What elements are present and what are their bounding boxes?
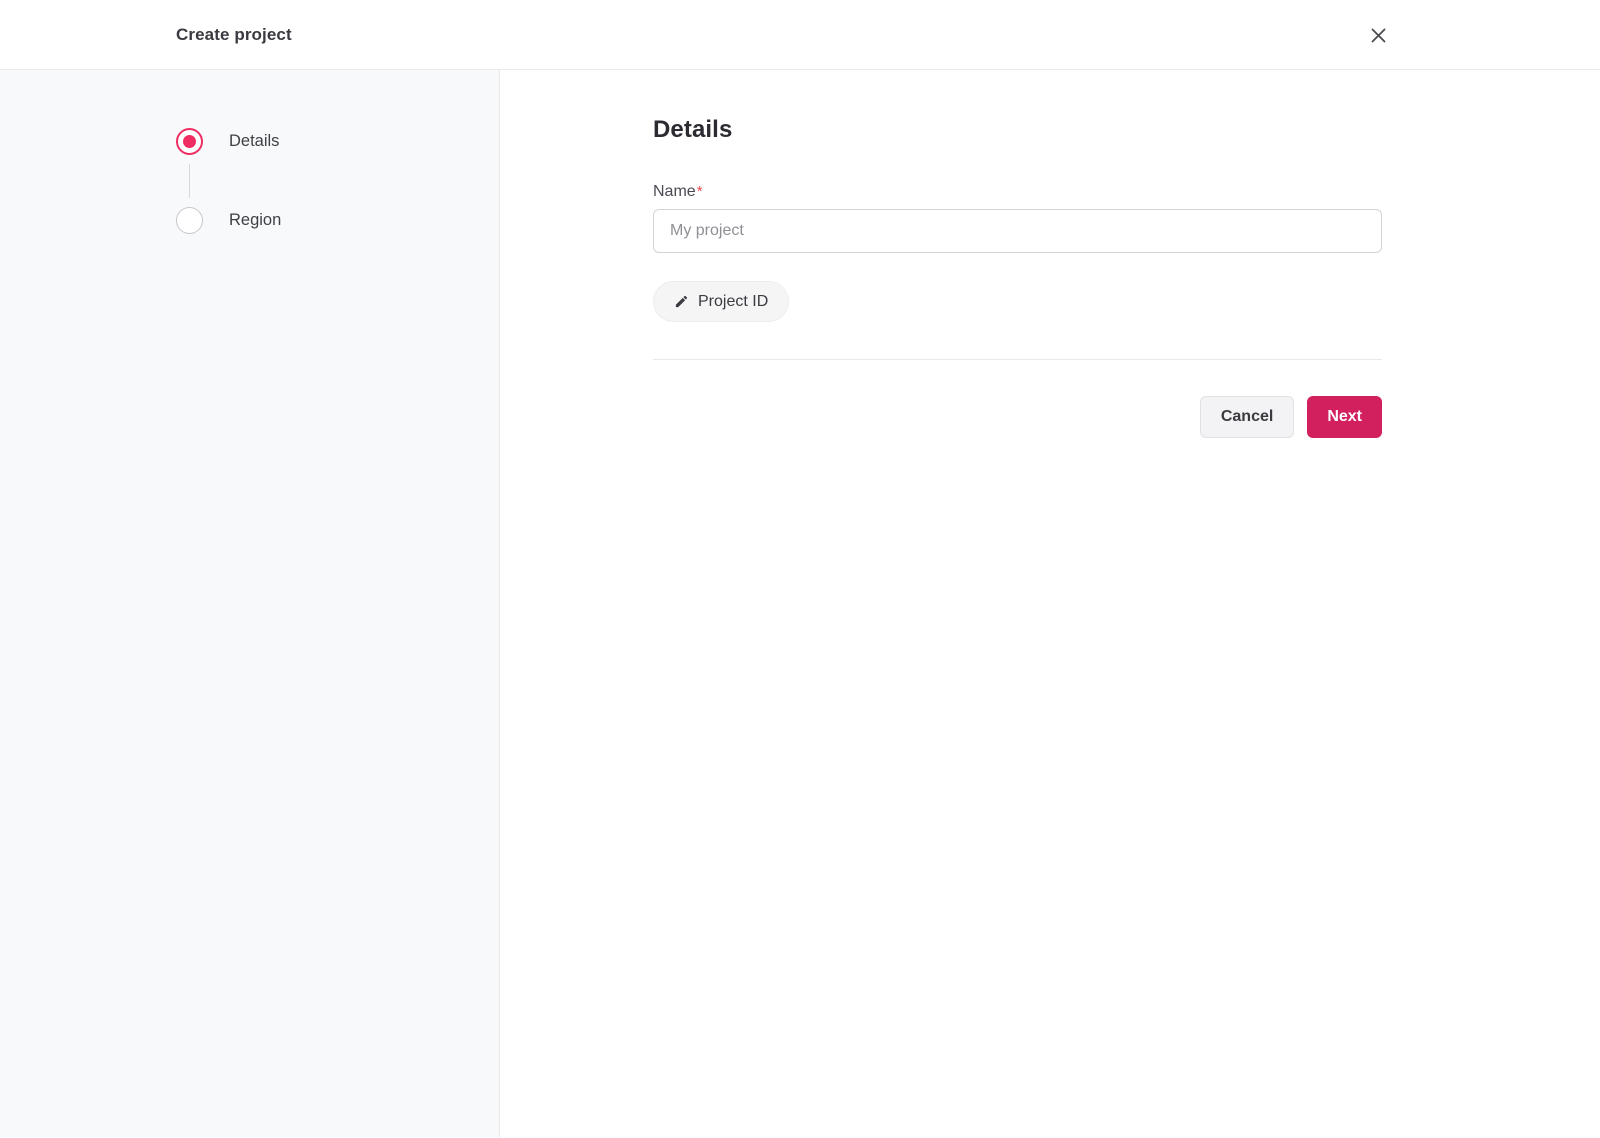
name-field-group: Name*	[653, 183, 1382, 253]
step-region-radio-icon	[176, 207, 203, 234]
next-button[interactable]: Next	[1307, 396, 1382, 438]
step-region-label: Region	[229, 211, 282, 229]
project-name-input[interactable]	[653, 209, 1382, 253]
action-buttons: Cancel Next	[653, 396, 1382, 438]
close-icon	[1370, 27, 1387, 44]
pencil-icon	[674, 294, 689, 309]
modal-title: Create project	[176, 24, 292, 44]
stepper-step-details[interactable]: Details	[176, 128, 499, 155]
form-divider	[653, 359, 1382, 360]
step-details-label: Details	[229, 132, 280, 150]
cancel-button[interactable]: Cancel	[1199, 396, 1295, 438]
form-content: Details Name* Project ID Cancel Next	[653, 70, 1382, 438]
stepper: Details Region	[176, 128, 499, 234]
stepper-sidebar: Details Region	[0, 70, 500, 1137]
name-field-label: Name	[653, 183, 696, 200]
section-heading: Details	[653, 116, 733, 143]
modal-header: Create project	[0, 0, 1600, 70]
stepper-connector	[176, 155, 203, 207]
project-id-chip-label: Project ID	[698, 292, 769, 310]
step-details-radio-icon	[176, 128, 203, 155]
close-button[interactable]	[1362, 19, 1394, 51]
stepper-step-region[interactable]: Region	[176, 207, 499, 234]
modal-body: Details Region Details Name* My project …	[0, 70, 1600, 1137]
required-marker: *	[696, 183, 703, 200]
name-field-label-row: Name*	[653, 183, 1382, 201]
project-id-chip[interactable]: Project ID	[653, 281, 790, 322]
form-panel: Details Name* Project ID Cancel Next	[500, 70, 1600, 1137]
